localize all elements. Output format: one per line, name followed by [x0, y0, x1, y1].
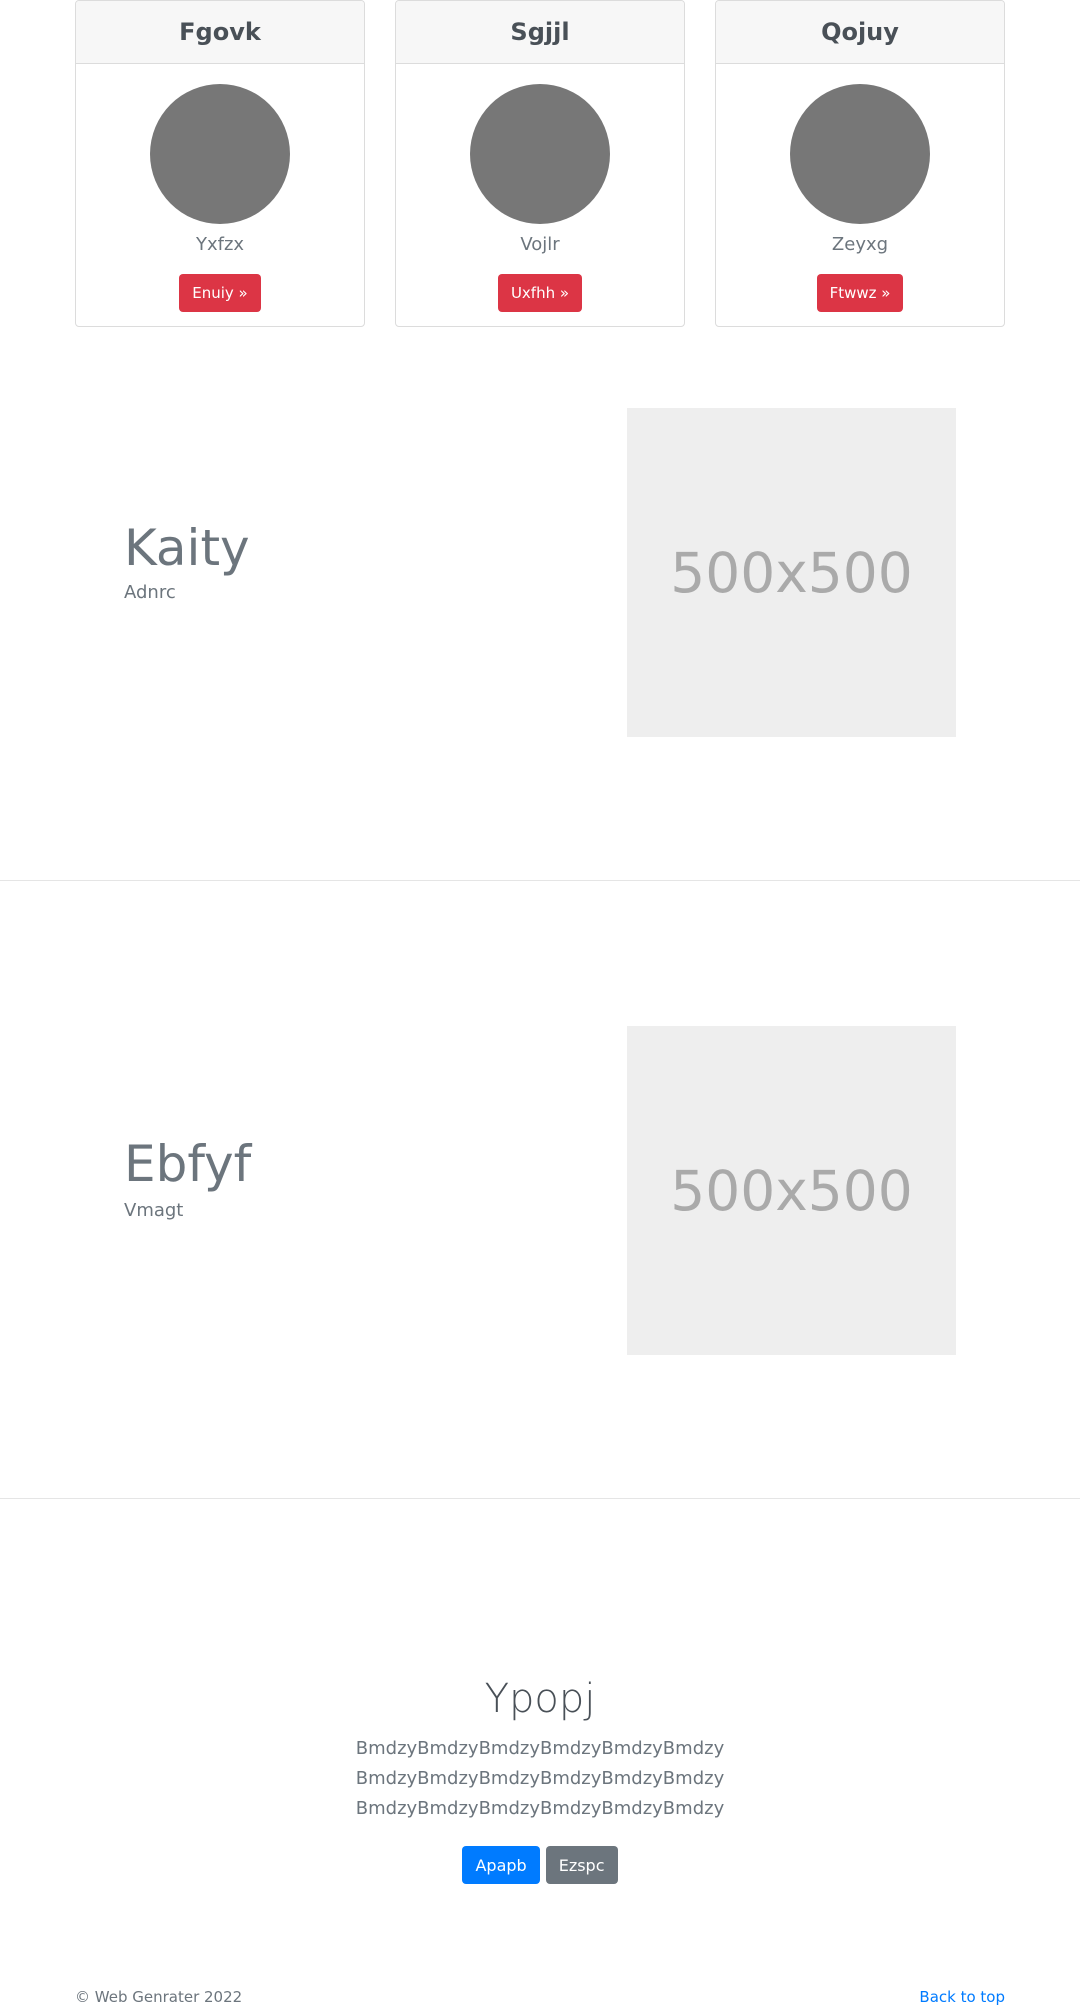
jumbotron: Ypopj BmdzyBmdzyBmdzyBmdzyBmdzyBmdzy Bmd… — [0, 1676, 1080, 1884]
feature-title: Kaity — [124, 519, 250, 577]
jumbotron-line: BmdzyBmdzyBmdzyBmdzyBmdzyBmdzy — [355, 1768, 725, 1789]
back-to-top-link[interactable]: Back to top — [919, 1988, 1005, 2006]
profile-card: Fgovk Yxfzx Enuiy » — [75, 0, 365, 327]
jumbotron-title: Ypopj — [484, 1676, 596, 1722]
feature-subtitle: Adnrc — [124, 582, 176, 603]
feature-subtitle: Vmagt — [124, 1200, 184, 1221]
avatar — [470, 84, 610, 224]
profile-card: Qojuy Zeyxg Ftwwz » — [715, 0, 1005, 327]
avatar — [790, 84, 930, 224]
jumbotron-line: BmdzyBmdzyBmdzyBmdzyBmdzyBmdzy — [355, 1738, 725, 1759]
card-button[interactable]: Enuiy » — [179, 274, 261, 312]
jumbotron-buttons: Apapb Ezspc — [0, 1846, 1080, 1884]
card-header: Qojuy — [716, 1, 1004, 64]
page: Fgovk Yxfzx Enuiy » Sgjjl Vojlr Uxfhh » … — [0, 0, 1080, 2012]
footer: © Web Genrater 2022 Back to top — [75, 1988, 1005, 2006]
avatar — [150, 84, 290, 224]
card-body: Zeyxg Ftwwz » — [716, 64, 1004, 312]
jumbotron-line: BmdzyBmdzyBmdzyBmdzyBmdzyBmdzy — [355, 1798, 725, 1819]
jumbotron-text: BmdzyBmdzyBmdzyBmdzyBmdzyBmdzy BmdzyBmdz… — [0, 1734, 1080, 1824]
card-button[interactable]: Ftwwz » — [816, 274, 904, 312]
feature-title: Ebfyf — [124, 1135, 252, 1193]
card-header: Fgovk — [76, 1, 364, 64]
card-subtitle: Zeyxg — [831, 234, 889, 255]
section-divider — [0, 880, 1080, 881]
copyright-text: © Web Genrater 2022 — [75, 1988, 243, 2006]
primary-button[interactable]: Apapb — [462, 1846, 540, 1884]
card-header: Sgjjl — [396, 1, 684, 64]
card-body: Vojlr Uxfhh » — [396, 64, 684, 312]
secondary-button[interactable]: Ezspc — [545, 1846, 618, 1884]
card-subtitle: Yxfzx — [195, 234, 245, 255]
placeholder-image: 500x500 — [627, 1026, 956, 1355]
card-button[interactable]: Uxfhh » — [497, 274, 583, 312]
placeholder-image: 500x500 — [627, 408, 956, 737]
section-divider — [0, 1498, 1080, 1499]
card-body: Yxfzx Enuiy » — [76, 64, 364, 312]
card-row: Fgovk Yxfzx Enuiy » Sgjjl Vojlr Uxfhh » … — [75, 0, 1005, 327]
profile-card: Sgjjl Vojlr Uxfhh » — [395, 0, 685, 327]
card-subtitle: Vojlr — [520, 234, 560, 255]
